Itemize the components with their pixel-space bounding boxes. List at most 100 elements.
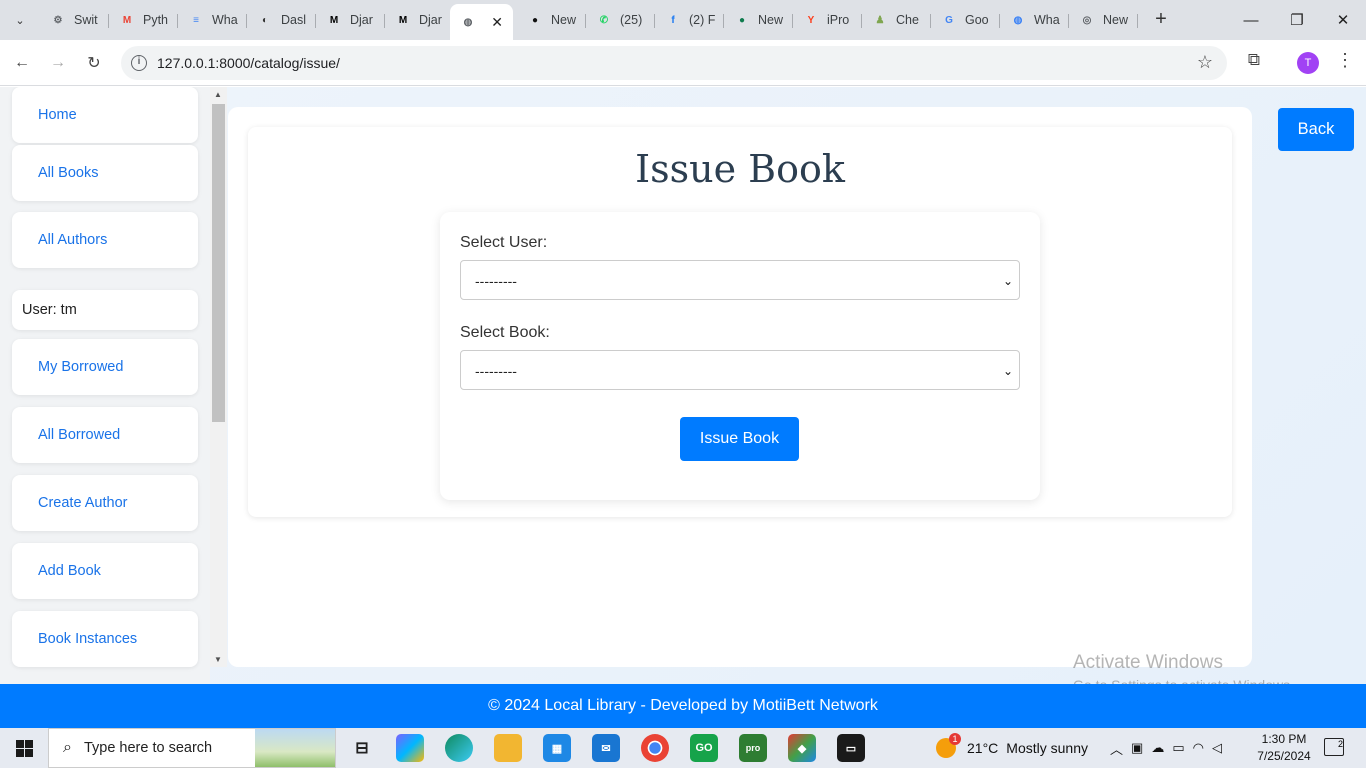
select-user-value: ---------: [475, 273, 517, 289]
browser-tab[interactable]: YiPro: [793, 6, 862, 34]
tab-label: Wha: [1034, 13, 1060, 27]
issue-book-button[interactable]: Issue Book: [680, 417, 799, 461]
tab-separator: [1137, 14, 1138, 28]
chat-app-icon[interactable]: GO: [690, 734, 718, 762]
battery-icon[interactable]: ▭: [1172, 740, 1184, 756]
browser-tab[interactable]: ● New: [517, 6, 586, 34]
reload-icon[interactable]: ↻: [82, 51, 106, 75]
scrollbar-thumb[interactable]: [212, 104, 225, 422]
system-clock[interactable]: 1:30 PM 7/25/2024: [1254, 731, 1314, 765]
mail-icon[interactable]: ✉: [592, 734, 620, 762]
chrome-icon[interactable]: [641, 734, 669, 762]
back-arrow-icon[interactable]: ←: [10, 51, 34, 75]
browser-tab[interactable]: ◍ Wha: [1000, 6, 1069, 34]
new-tab-button[interactable]: +: [1150, 9, 1172, 31]
sidebar-item-add-book[interactable]: Add Book: [12, 543, 198, 599]
scroll-up-icon[interactable]: ▲: [214, 90, 222, 99]
tray-chevron-up-icon[interactable]: ︿: [1110, 739, 1123, 758]
facebook-icon: f: [671, 14, 675, 26]
browser-tab[interactable]: ✆ (25): [586, 6, 655, 34]
browser-tab[interactable]: G Goo: [931, 6, 1000, 34]
browser-menu-icon[interactable]: ⋮: [1336, 50, 1354, 71]
profile-avatar[interactable]: T: [1297, 52, 1319, 74]
site-info-icon[interactable]: i: [131, 55, 147, 71]
close-tab-icon[interactable]: ✕: [491, 14, 503, 31]
start-button[interactable]: [0, 728, 48, 768]
onedrive-icon[interactable]: ☁: [1151, 740, 1164, 756]
forward-arrow-icon[interactable]: →: [46, 51, 70, 75]
wifi-icon[interactable]: ◠: [1193, 740, 1204, 756]
weather-sun-icon: 1: [936, 733, 961, 758]
sidebar-scrollbar[interactable]: ▲ ▼: [210, 87, 227, 667]
tab-label: iPro: [827, 13, 850, 27]
volume-icon[interactable]: ◁: [1212, 740, 1222, 756]
sidebar-item-create-author[interactable]: Create Author: [12, 475, 198, 531]
back-button[interactable]: Back: [1278, 108, 1354, 151]
scroll-down-icon[interactable]: ▼: [214, 655, 222, 664]
browser-tab[interactable]: M Pyth: [109, 6, 178, 34]
minimize-icon[interactable]: —: [1228, 0, 1274, 40]
medium-icon: M: [398, 14, 408, 26]
sidebar-item-my-borrowed[interactable]: My Borrowed: [12, 339, 198, 395]
select-book-label: Select Book:: [460, 324, 550, 341]
sidebar-item-all-authors[interactable]: All Authors: [12, 212, 198, 268]
terminal-icon[interactable]: ▭: [837, 734, 865, 762]
clock-date: 7/25/2024: [1257, 749, 1311, 763]
select-user-dropdown[interactable]: --------- ⌄: [460, 260, 1020, 300]
taskbar-search[interactable]: ⌕ Type here to search: [48, 728, 336, 768]
sidebar-item-all-borrowed[interactable]: All Borrowed: [12, 407, 198, 463]
tab-label: Pyth: [143, 13, 169, 27]
tab-label: Djar: [419, 13, 442, 27]
copilot-icon[interactable]: [396, 734, 424, 762]
tab-label: Dasl: [281, 13, 307, 27]
browser-tab[interactable]: ◐ Dasl: [247, 6, 316, 34]
globe-icon: ◍: [463, 16, 473, 28]
address-bar[interactable]: i 127.0.0.1:8000/catalog/issue/ ☆: [121, 46, 1227, 80]
whatsapp-icon: ✆: [599, 14, 609, 26]
browser-tab[interactable]: f (2) F: [655, 6, 724, 34]
sidebar-item-home[interactable]: Home: [12, 87, 198, 143]
sidebar-item-book-instances[interactable]: Book Instances: [12, 611, 198, 667]
browser-tab[interactable]: M Djar: [316, 6, 385, 34]
restore-icon[interactable]: ❐: [1274, 0, 1320, 40]
weather-text: Mostly sunny: [1006, 740, 1088, 756]
chat-icon: ●: [738, 14, 746, 26]
gmail-icon: M: [122, 14, 132, 26]
browser-tab-strip: ⌄ ⚙ Swit M Pyth ≡ Wha ◐ Dasl M Djar M Djar ◍ ✕ ● New ✆ (2…: [0, 0, 1366, 40]
tab-active[interactable]: ◍ ✕: [450, 4, 513, 40]
store-icon[interactable]: ▦: [543, 734, 571, 762]
edge-icon[interactable]: [445, 734, 473, 762]
dashboard-icon: ◐: [261, 14, 269, 26]
file-explorer-icon[interactable]: [494, 734, 522, 762]
meet-now-icon[interactable]: ▣: [1131, 740, 1143, 756]
chess-icon: ♟: [875, 14, 885, 26]
sidebar-item-all-books[interactable]: All Books: [12, 145, 198, 201]
browser-tab[interactable]: ◎ New: [1069, 6, 1138, 34]
close-window-icon[interactable]: ✕: [1320, 0, 1366, 40]
github-icon: ●: [531, 14, 539, 26]
task-view-icon[interactable]: ⊟: [348, 734, 376, 762]
profile-app-icon[interactable]: pro: [739, 734, 767, 762]
tab-search-chevron-icon[interactable]: ⌄: [8, 8, 32, 32]
bookmark-star-icon[interactable]: ☆: [1197, 52, 1213, 73]
clock-time: 1:30 PM: [1261, 732, 1307, 746]
settings-icon: ⚙: [53, 14, 63, 26]
browser-tab[interactable]: ⚙ Swit: [40, 6, 109, 34]
tab-label: Wha: [212, 13, 238, 27]
watermark-title: Activate Windows: [1073, 652, 1223, 673]
system-tray: ︿ ▣ ☁ ▭ ◠ ◁: [1110, 728, 1222, 768]
notification-count: 2: [1337, 739, 1343, 749]
browser-tab[interactable]: ≡ Wha: [178, 6, 247, 34]
git-app-icon[interactable]: ◆: [788, 734, 816, 762]
weather-widget[interactable]: 1 21°C Mostly sunny: [936, 728, 1088, 768]
browser-tab[interactable]: ♟ Che: [862, 6, 931, 34]
chevron-down-icon: ⌄: [1002, 274, 1013, 288]
browser-tab[interactable]: M Djar: [385, 6, 454, 34]
select-book-dropdown[interactable]: --------- ⌄: [460, 350, 1020, 390]
tab-label: New: [551, 13, 577, 27]
url-text[interactable]: 127.0.0.1:8000/catalog/issue/: [157, 55, 340, 71]
extensions-puzzle-icon[interactable]: ⧉: [1243, 50, 1265, 72]
browser-tab[interactable]: ● New: [724, 6, 793, 34]
notification-center-icon[interactable]: 2: [1324, 738, 1344, 756]
tab-label: New: [1103, 13, 1129, 27]
